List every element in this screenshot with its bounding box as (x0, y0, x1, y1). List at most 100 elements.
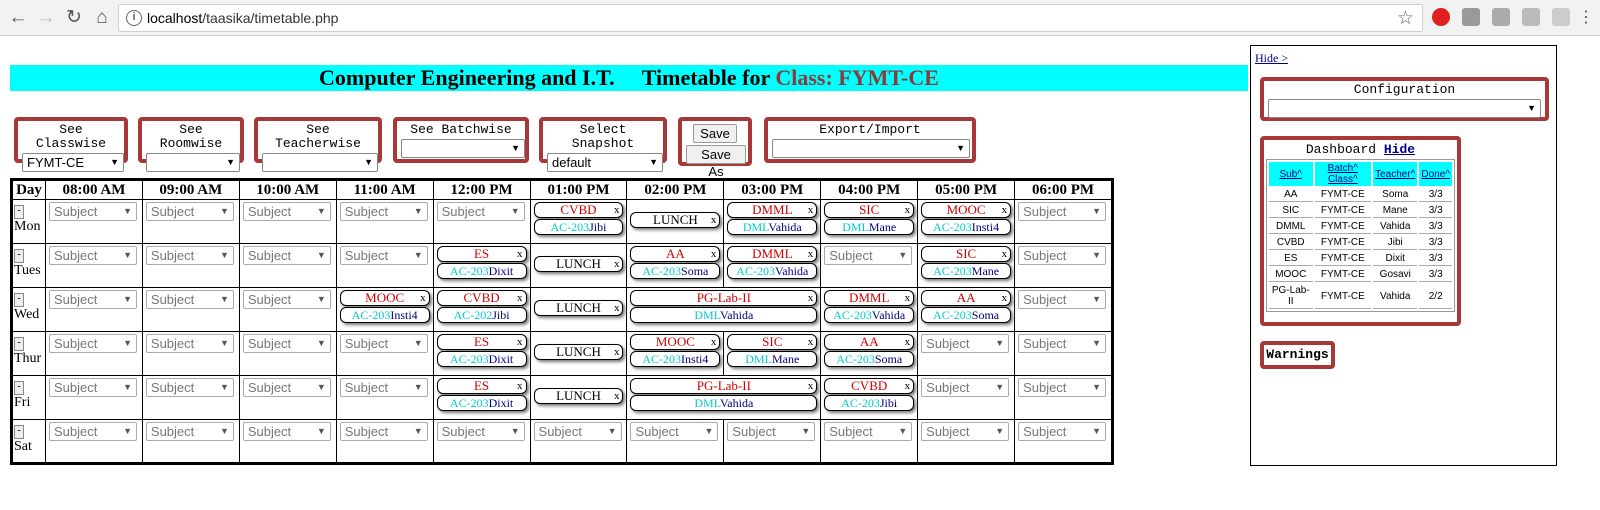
warnings-box[interactable]: Warnings (1260, 341, 1335, 369)
subject-select[interactable]: Subject ▼ (824, 422, 913, 441)
subject-select[interactable]: Subject ▼ (1018, 378, 1107, 397)
back-icon[interactable]: ← (6, 6, 30, 30)
subject-select[interactable]: Subject ▼ (630, 422, 719, 441)
extension-icon[interactable] (1492, 8, 1510, 26)
remove-entry-button[interactable]: x (420, 291, 426, 305)
room-teacher[interactable]: AC-203Jibi (824, 395, 915, 411)
class-subject[interactable]: SIC x (921, 246, 1012, 262)
room-teacher[interactable]: AC-203Soma (630, 263, 721, 279)
remove-entry-button[interactable]: x (1002, 203, 1008, 217)
subject-select[interactable]: Subject ▼ (921, 378, 1010, 397)
day-toggle-button[interactable]: - (14, 205, 24, 219)
lunch-entry[interactable]: LUNCH x (533, 256, 624, 272)
remove-entry-button[interactable]: x (517, 247, 523, 261)
class-subject[interactable]: ES x (436, 378, 527, 394)
subject-select[interactable]: Subject ▼ (242, 422, 331, 441)
remove-entry-button[interactable]: x (614, 389, 620, 403)
lunch-entry[interactable]: LUNCH x (533, 388, 624, 404)
subject-select[interactable]: Subject ▼ (1018, 246, 1107, 265)
room-teacher[interactable]: AC-203Dixit (436, 263, 527, 279)
subject-select[interactable]: Subject ▼ (49, 422, 137, 441)
remove-entry-button[interactable]: x (905, 379, 911, 393)
subject-select[interactable]: Subject ▼ (921, 422, 1010, 441)
room-teacher[interactable]: AC-203Vahida (727, 263, 818, 279)
address-bar[interactable]: i localhost/taasika/timetable.php ☆ (118, 4, 1423, 32)
subject-select[interactable]: Subject ▼ (1018, 334, 1107, 353)
remove-entry-button[interactable]: x (1002, 291, 1008, 305)
room-teacher[interactable]: AC-203Insti4 (630, 351, 721, 367)
day-toggle-button[interactable]: - (14, 293, 24, 307)
room-teacher[interactable]: DMLMane (727, 351, 818, 367)
subject-select[interactable]: Subject ▼ (242, 290, 331, 309)
remove-entry-button[interactable]: x (808, 203, 814, 217)
reload-icon[interactable]: ↻ (62, 6, 86, 30)
subject-select[interactable]: Subject ▼ (339, 422, 428, 441)
subject-select[interactable]: Subject ▼ (145, 334, 234, 353)
day-toggle-button[interactable]: - (14, 381, 24, 395)
roomwise-select[interactable]: ▼ (146, 153, 240, 172)
subject-select[interactable]: Subject ▼ (242, 334, 331, 353)
class-subject[interactable]: DMML x (824, 290, 915, 306)
day-toggle-button[interactable]: - (14, 249, 24, 263)
teacherwise-select[interactable]: ▼ (262, 153, 378, 172)
remove-entry-button[interactable]: x (517, 291, 523, 305)
subject-select[interactable]: Subject ▼ (49, 378, 137, 397)
remove-entry-button[interactable]: x (808, 379, 814, 393)
lunch-entry[interactable]: LUNCH x (533, 344, 624, 360)
dashboard-sort-header[interactable]: Sub^ (1269, 162, 1313, 186)
subject-select[interactable]: Subject ▼ (921, 334, 1010, 353)
dashboard-sort-header[interactable]: Done^ (1419, 162, 1452, 186)
subject-select[interactable]: Subject ▼ (49, 290, 137, 309)
room-teacher[interactable]: DMLVahida (727, 219, 818, 235)
room-teacher[interactable]: AC-203Soma (824, 351, 915, 367)
subject-select[interactable]: Subject ▼ (145, 246, 234, 265)
export-import-select[interactable]: ▼ (772, 139, 970, 158)
dashboard-sort-header[interactable]: Teacher^ (1373, 162, 1418, 186)
day-toggle-button[interactable]: - (14, 337, 24, 351)
room-teacher[interactable]: AC-203Insti4 (339, 307, 430, 323)
room-teacher[interactable]: AC-203Mane (921, 263, 1012, 279)
info-icon[interactable]: i (126, 10, 142, 26)
subject-select[interactable]: Subject ▼ (1018, 422, 1107, 441)
subject-select[interactable]: Subject ▼ (1018, 202, 1107, 221)
remove-entry-button[interactable]: x (711, 213, 717, 227)
subject-select[interactable]: Subject ▼ (49, 334, 137, 353)
forward-icon[interactable]: → (34, 6, 58, 30)
class-subject[interactable]: AA x (630, 246, 721, 262)
subject-select[interactable]: Subject ▼ (145, 202, 234, 221)
room-teacher[interactable]: AC-203Soma (921, 307, 1012, 323)
remove-entry-button[interactable]: x (614, 345, 620, 359)
remove-entry-button[interactable]: x (808, 291, 814, 305)
class-subject[interactable]: ES x (436, 246, 527, 262)
subject-select[interactable]: Subject ▼ (145, 422, 234, 441)
subject-select[interactable]: Subject ▼ (533, 422, 622, 441)
remove-entry-button[interactable]: x (614, 203, 620, 217)
subject-select[interactable]: Subject ▼ (339, 202, 428, 221)
class-subject[interactable]: MOOC x (339, 290, 430, 306)
home-icon[interactable]: ⌂ (90, 6, 114, 30)
batchwise-select[interactable]: ▼ (401, 139, 525, 158)
room-teacher[interactable]: AC-203Dixit (436, 395, 527, 411)
class-subject[interactable]: MOOC x (630, 334, 721, 350)
subject-select[interactable]: Subject ▼ (242, 246, 331, 265)
extension-icon[interactable] (1462, 8, 1480, 26)
menu-icon[interactable]: ⋮ (1574, 6, 1598, 30)
class-subject[interactable]: SIC x (727, 334, 818, 350)
remove-entry-button[interactable]: x (905, 203, 911, 217)
room-teacher[interactable]: DMLVahida (630, 307, 818, 323)
remove-entry-button[interactable]: x (614, 257, 620, 271)
subject-select[interactable]: Subject ▼ (242, 378, 331, 397)
dashboard-hide-link[interactable]: Hide (1384, 142, 1415, 157)
room-teacher[interactable]: AC-203Jibi (533, 219, 624, 235)
save-as-button[interactable]: Save As (686, 145, 746, 179)
class-subject[interactable]: AA x (921, 290, 1012, 306)
remove-entry-button[interactable]: x (1002, 247, 1008, 261)
room-teacher[interactable]: AC-203Dixit (436, 351, 527, 367)
class-subject[interactable]: AA x (824, 334, 915, 350)
remove-entry-button[interactable]: x (808, 247, 814, 261)
remove-entry-button[interactable]: x (905, 335, 911, 349)
subject-select[interactable]: Subject ▼ (49, 246, 137, 265)
lunch-entry[interactable]: LUNCH x (533, 300, 624, 316)
room-teacher[interactable]: DMLVahida (630, 395, 818, 411)
lab-subject[interactable]: PG-Lab-II x (630, 378, 818, 394)
